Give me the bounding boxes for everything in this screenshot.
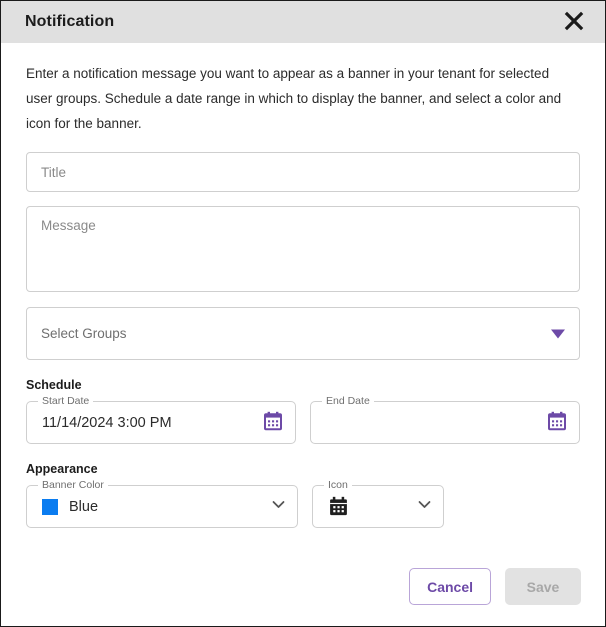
end-date-field[interactable]: End Date (310, 395, 580, 444)
dialog-description: Enter a notification message you want to… (26, 66, 562, 131)
dialog-header: Notification (1, 1, 605, 43)
start-date-label: Start Date (38, 395, 94, 407)
dialog-title: Notification (25, 13, 115, 30)
start-date-field[interactable]: Start Date 11/14/2024 3:00 PM (26, 395, 296, 444)
start-date-value: 11/14/2024 3:00 PM (42, 414, 172, 431)
icon-select[interactable]: Icon (312, 479, 444, 528)
save-button[interactable]: Save (505, 568, 581, 605)
select-groups-label: Select Groups (41, 326, 127, 341)
calendar-icon (263, 411, 283, 434)
banner-color-swatch (42, 498, 58, 515)
start-date-calendar-button[interactable] (261, 411, 285, 435)
caret-down-icon (551, 329, 565, 338)
calendar-icon (328, 496, 349, 516)
close-button[interactable] (559, 7, 589, 37)
chevron-down-icon (416, 496, 433, 518)
notification-dialog: Notification Enter a notification messag… (0, 0, 606, 627)
dialog-footer: Cancel Save (409, 568, 581, 605)
cancel-button[interactable]: Cancel (409, 568, 491, 605)
icon-select-label: Icon (324, 479, 352, 491)
banner-color-label: Banner Color (38, 479, 108, 491)
appearance-heading: Appearance (26, 462, 98, 476)
schedule-heading: Schedule (26, 378, 82, 392)
dialog-body: Enter a notification message you want to… (1, 43, 605, 528)
select-groups-dropdown[interactable]: Select Groups (26, 307, 580, 360)
calendar-icon (547, 411, 567, 434)
icon-select-value (328, 496, 410, 517)
close-icon (563, 10, 585, 35)
schedule-row: Start Date 11/14/2024 3:00 PM End Date (26, 395, 580, 444)
chevron-down-icon (270, 496, 287, 518)
title-input[interactable] (26, 152, 580, 192)
message-textarea[interactable] (26, 206, 580, 292)
end-date-calendar-button[interactable] (545, 411, 569, 435)
end-date-label: End Date (322, 395, 374, 407)
banner-color-select[interactable]: Banner Color Blue (26, 479, 298, 528)
banner-color-value: Blue (69, 498, 99, 515)
appearance-row: Banner Color Blue Icon (26, 479, 580, 528)
